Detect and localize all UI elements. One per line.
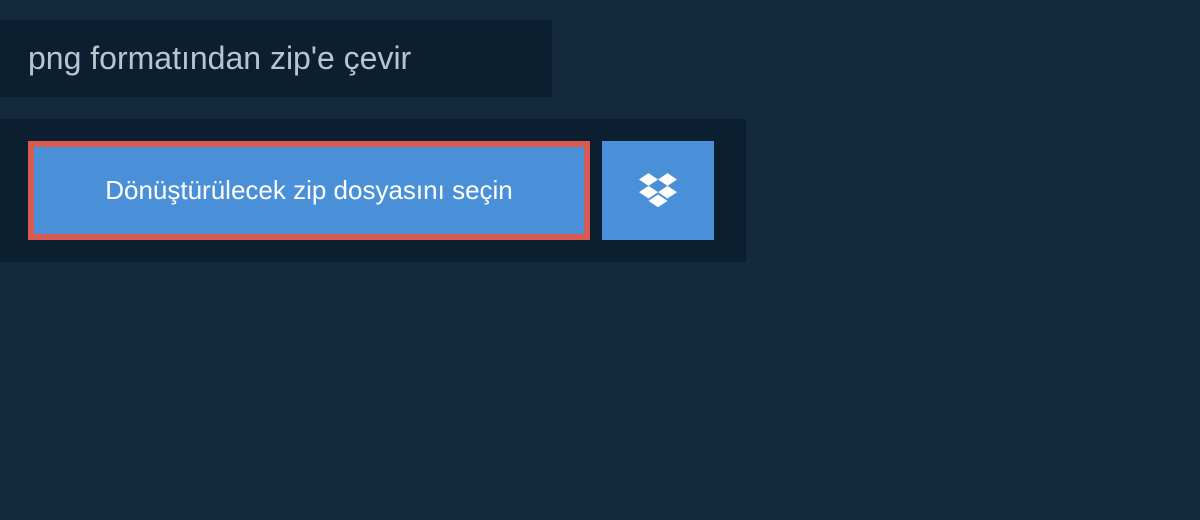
select-file-button[interactable]: Dönüştürülecek zip dosyasını seçin — [28, 141, 590, 240]
dropbox-icon — [639, 170, 677, 211]
dropbox-button[interactable] — [602, 141, 714, 240]
action-panel: Dönüştürülecek zip dosyasını seçin — [0, 119, 746, 262]
header-bar: png formatından zip'e çevir — [0, 20, 552, 97]
page-title: png formatından zip'e çevir — [28, 40, 524, 77]
select-file-label: Dönüştürülecek zip dosyasını seçin — [105, 175, 513, 206]
